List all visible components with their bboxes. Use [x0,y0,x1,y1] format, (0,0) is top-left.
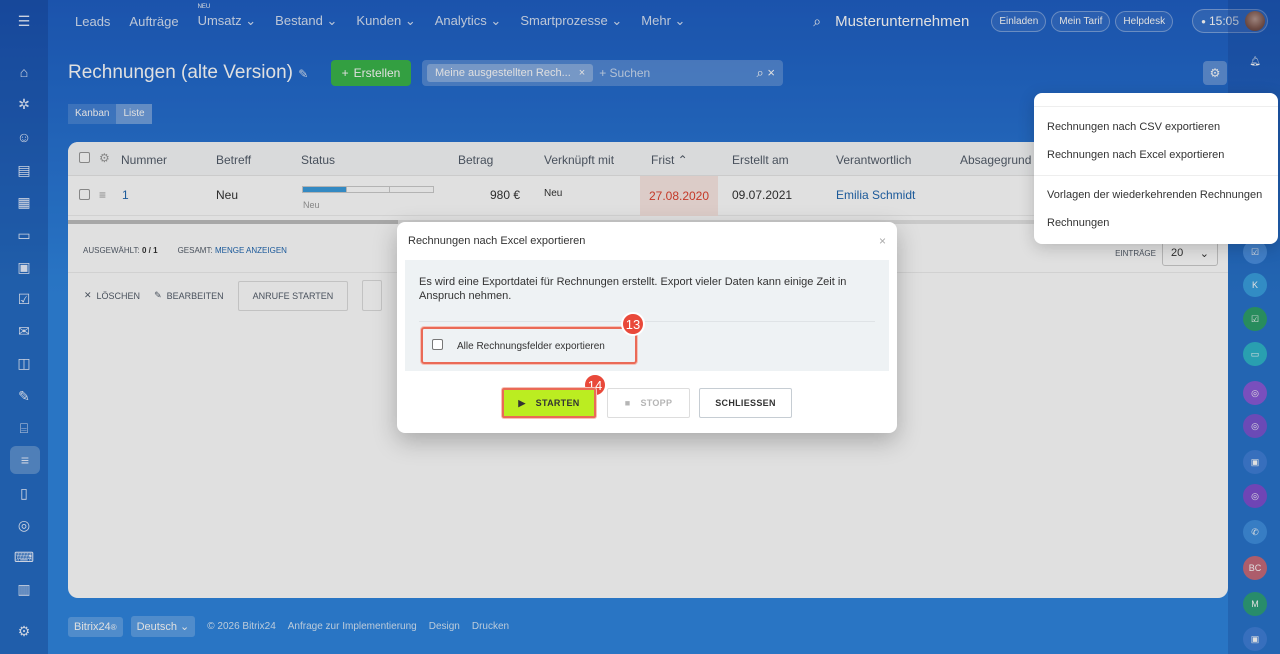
close-button[interactable]: SCHLIESSEN [699,388,792,418]
start-button[interactable]: ▶ STARTEN [502,388,596,418]
step-badge: 13 [621,312,645,336]
stop-icon: ■ [624,398,631,408]
excel-export-dialog: Rechnungen nach Excel exportieren × Es w… [397,222,897,433]
divider [1034,175,1278,176]
menu-item-recurring-templates[interactable]: Vorlagen der wiederkehrenden Rechnungen [1047,189,1262,201]
close-icon[interactable]: × [879,234,886,248]
menu-item-excel-export[interactable]: Rechnungen nach Excel exportieren [1047,149,1224,161]
export-all-fields-label: Alle Rechnungsfelder exportieren [457,341,605,352]
export-all-fields-checkbox[interactable] [432,339,443,350]
stop-button[interactable]: ■ STOPP [607,388,690,418]
dialog-body: Es wird eine Exportdatei für Rechnungen … [405,260,889,371]
dialog-description: Es wird eine Exportdatei für Rechnungen … [419,276,847,302]
settings-menu: Rechnungen nach CSV exportieren Rechnung… [1034,93,1278,244]
export-all-fields-option[interactable]: Alle Rechnungsfelder exportieren [421,327,637,364]
play-icon: ▶ [518,397,526,408]
dialog-title: Rechnungen nach Excel exportieren [408,235,586,247]
divider [1034,106,1278,107]
divider [419,321,875,322]
menu-item-invoices[interactable]: Rechnungen [1047,217,1109,229]
menu-item-csv-export[interactable]: Rechnungen nach CSV exportieren [1047,121,1220,133]
